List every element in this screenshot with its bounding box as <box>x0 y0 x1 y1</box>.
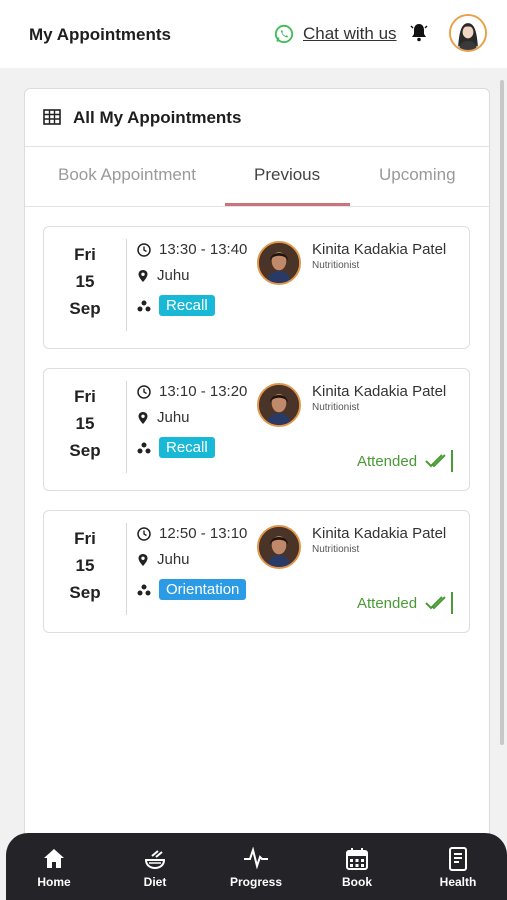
doctor-photo <box>259 243 299 283</box>
doctor-role: Nutritionist <box>312 260 360 271</box>
attended-label: Attended <box>357 594 418 612</box>
user-avatar-icon <box>451 16 485 50</box>
appointment-type-row: Recall <box>137 437 215 458</box>
appointment-type-badge: Recall <box>159 295 215 316</box>
attended-status: Attended <box>357 450 454 472</box>
appointment-type-badge: Recall <box>159 437 215 458</box>
appointment-date-number: 15 <box>75 414 95 433</box>
home-icon <box>44 849 64 868</box>
tab-bar: Book Appointment Previous Upcoming <box>25 147 489 207</box>
appointment-date-number: 15 <box>75 272 95 291</box>
appointment-date: Fri 15 Sep <box>44 383 126 464</box>
appointment-day: Fri <box>74 245 96 264</box>
appointment-day: Fri <box>74 387 96 406</box>
active-tab-indicator <box>225 203 350 206</box>
chat-with-us-label: Chat with us <box>303 24 397 43</box>
appointment-time: 13:10 - 13:20 <box>159 383 248 400</box>
type-icon <box>137 584 151 595</box>
appointment-location-row: Juhu <box>137 551 190 568</box>
divider <box>126 239 127 331</box>
scrollbar[interactable] <box>500 80 504 745</box>
page-title: My Appointments <box>29 25 171 44</box>
appointment-day: Fri <box>74 529 96 548</box>
status-bar <box>451 592 454 614</box>
nav-health[interactable]: Health <box>418 833 498 900</box>
doctor-photo <box>259 385 299 425</box>
user-avatar[interactable] <box>449 14 487 52</box>
attended-label: Attended <box>357 452 418 470</box>
nav-home[interactable]: Home <box>14 833 94 900</box>
card-header: All My Appointments <box>25 89 489 147</box>
appointment-time: 13:30 - 13:40 <box>159 241 248 258</box>
appointment-month: Sep <box>69 583 101 602</box>
appointment-card[interactable]: Fri 15 Sep 13:30 - 13:40 Juhu Recall Kin… <box>43 226 470 349</box>
location-pin-icon <box>138 553 148 566</box>
card-title: All My Appointments <box>73 108 242 127</box>
nav-progress-label: Progress <box>229 875 283 889</box>
divider <box>126 381 127 473</box>
nav-home-label: Home <box>37 875 71 889</box>
type-icon <box>137 442 151 453</box>
doctor-avatar <box>257 241 301 285</box>
nav-progress[interactable]: Progress <box>216 833 296 900</box>
nav-diet-label: Diet <box>143 875 167 889</box>
appointment-location: Juhu <box>157 551 190 568</box>
clock-icon <box>137 384 151 399</box>
tab-previous[interactable]: Previous <box>254 165 320 185</box>
diet-icon <box>144 850 166 870</box>
appointment-time-row: 12:50 - 13:10 <box>137 525 247 542</box>
nav-diet[interactable]: Diet <box>115 833 195 900</box>
location-pin-icon <box>138 269 148 282</box>
appointments-card: All My Appointments Book Appointment Pre… <box>24 88 490 848</box>
top-bar: My Appointments Chat with us <box>0 0 507 68</box>
bell-icon[interactable] <box>408 21 430 43</box>
appointment-location-row: Juhu <box>137 267 190 284</box>
health-icon <box>449 847 467 871</box>
appointment-type-row: Recall <box>137 295 215 316</box>
type-icon <box>137 300 151 311</box>
appointment-month: Sep <box>69 441 101 460</box>
appointment-type-row: Orientation <box>137 579 247 600</box>
doctor-role: Nutritionist <box>312 544 360 555</box>
appointment-location: Juhu <box>157 267 190 284</box>
whatsapp-icon <box>274 24 294 44</box>
appointment-date-number: 15 <box>75 556 95 575</box>
appointment-card[interactable]: Fri 15 Sep 12:50 - 13:10 Juhu Orientatio… <box>43 510 470 633</box>
clock-icon <box>137 242 151 257</box>
bottom-navigation: Home Diet Progress Book Health <box>6 833 507 900</box>
nav-health-label: Health <box>439 875 477 889</box>
doctor-name: Kinita Kadakia Patel <box>312 525 447 542</box>
double-check-icon <box>425 454 446 468</box>
doctor-avatar <box>257 383 301 427</box>
doctor-role: Nutritionist <box>312 402 360 413</box>
double-check-icon <box>425 596 446 610</box>
nav-book-label: Book <box>342 875 372 889</box>
table-grid-icon <box>43 109 61 125</box>
tab-upcoming[interactable]: Upcoming <box>379 165 456 185</box>
calendar-icon <box>346 848 368 870</box>
appointment-location-row: Juhu <box>137 409 190 426</box>
doctor-name: Kinita Kadakia Patel <box>312 383 447 400</box>
status-bar <box>451 450 454 472</box>
divider <box>126 523 127 615</box>
appointment-time-row: 13:30 - 13:40 <box>137 241 247 258</box>
appointment-location: Juhu <box>157 409 190 426</box>
appointment-month: Sep <box>69 299 101 318</box>
appointment-type-badge: Orientation <box>159 579 247 600</box>
doctor-name: Kinita Kadakia Patel <box>312 241 447 258</box>
appointment-card[interactable]: Fri 15 Sep 13:10 - 13:20 Juhu Recall Kin… <box>43 368 470 491</box>
attended-status: Attended <box>357 592 454 614</box>
nav-book[interactable]: Book <box>317 833 397 900</box>
appointment-date: Fri 15 Sep <box>44 241 126 322</box>
appointment-time: 12:50 - 13:10 <box>159 525 248 542</box>
doctor-avatar <box>257 525 301 569</box>
appointment-time-row: 13:10 - 13:20 <box>137 383 247 400</box>
chat-with-us-link[interactable]: Chat with us <box>274 24 397 44</box>
clock-icon <box>137 526 151 541</box>
doctor-photo <box>259 527 299 567</box>
tab-book-appointment[interactable]: Book Appointment <box>58 165 196 185</box>
location-pin-icon <box>138 411 148 424</box>
appointment-date: Fri 15 Sep <box>44 525 126 606</box>
progress-icon <box>244 847 268 869</box>
